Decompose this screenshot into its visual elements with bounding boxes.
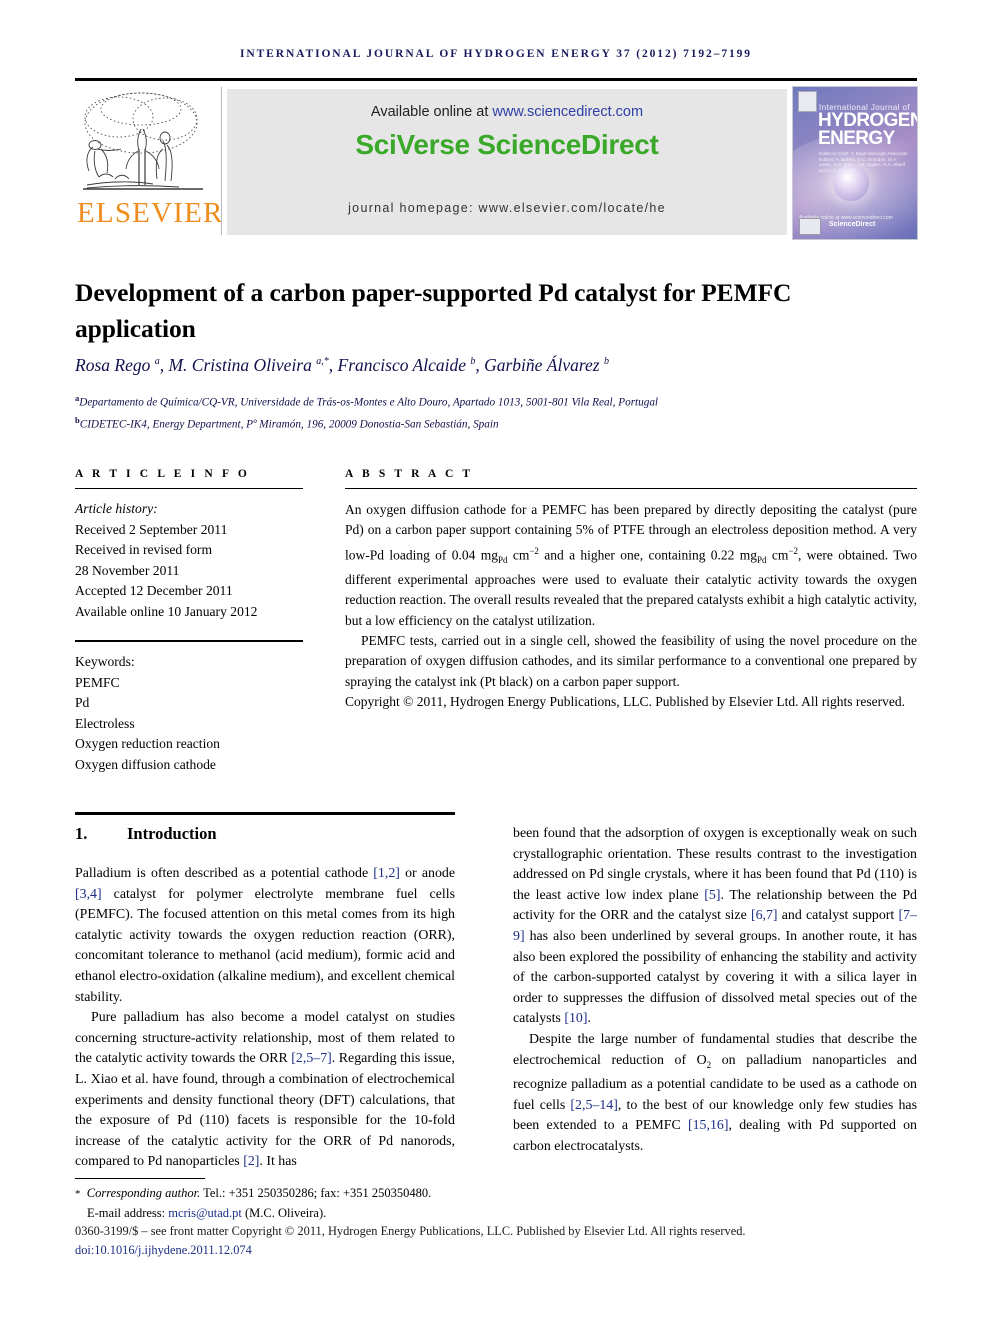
email-line: E-mail address: mcris@utad.pt (M.C. Oliv… xyxy=(75,1204,505,1223)
keyword-item: PEMFC xyxy=(75,674,120,690)
masthead-divider xyxy=(221,87,222,235)
keyword-item: Oxygen diffusion cathode xyxy=(75,756,216,772)
keyword-item: Electroless xyxy=(75,715,135,731)
section-title: Introduction xyxy=(127,824,217,843)
author-list: Rosa Rego a, M. Cristina Oliveira a,*, F… xyxy=(75,355,609,375)
page-title: Development of a carbon paper-supported … xyxy=(75,278,792,344)
abstract-divider xyxy=(345,488,917,489)
body-paragraph: Pure palladium has also become a model c… xyxy=(75,1010,455,1170)
footnote-divider xyxy=(75,1178,205,1179)
section-number: 1. xyxy=(75,824,88,843)
issn-copyright-line: 0360-3199/$ – see front matter Copyright… xyxy=(75,1224,746,1238)
history-item: Available online 10 January 2012 xyxy=(75,603,258,619)
cover-elsevier-icon xyxy=(798,91,817,112)
footnote-block: * Corresponding author. Tel.: +351 25035… xyxy=(75,1184,505,1222)
history-item: 28 November 2011 xyxy=(75,562,180,578)
keywords-block: Keywords: PEMFC Pd Electroless Oxygen re… xyxy=(75,652,303,775)
keywords-divider xyxy=(75,640,303,643)
abstract-paragraph: An oxygen diffusion cathode for a PEMFC … xyxy=(345,502,917,628)
body-paragraph: been found that the adsorption of oxygen… xyxy=(513,826,917,1027)
elsevier-publisher-logo: ELSEVIER xyxy=(75,85,224,237)
available-online-line: Available online at www.sciencedirect.co… xyxy=(227,104,787,120)
article-history-block: Article history: Received 2 September 20… xyxy=(75,499,303,622)
article-history-label: Article history: xyxy=(75,501,158,516)
abstract-copyright: Copyright © 2011, Hydrogen Energy Public… xyxy=(345,693,905,709)
article-info-section: A R T I C L E I N F O Article history: R… xyxy=(75,468,303,775)
cover-editors-text: Editor-in-Chief: T. Nejat Veziroglu Asso… xyxy=(819,151,908,173)
abstract-body: An oxygen diffusion cathode for a PEMFC … xyxy=(345,500,917,712)
cover-badge-icon xyxy=(799,218,821,235)
cover-sciencedirect-text: ScienceDirect xyxy=(829,221,876,228)
body-paragraph: Palladium is often described as a potent… xyxy=(75,866,456,1005)
abstract-paragraph: PEMFC tests, carried out in a single cel… xyxy=(345,632,917,689)
doi-line[interactable]: doi:10.1016/j.ijhydene.2011.12.074 xyxy=(75,1241,917,1260)
body-column-right: been found that the adsorption of oxygen… xyxy=(513,824,917,1157)
article-info-heading: A R T I C L E I N F O xyxy=(75,468,250,480)
affiliation-text: Departamento de Química/CQ-VR, Universid… xyxy=(79,396,659,409)
keyword-item: Oxygen reduction reaction xyxy=(75,736,220,752)
affiliations: aDepartamento de Química/CQ-VR, Universi… xyxy=(75,390,917,433)
running-head: International Journal of Hydrogen Energy… xyxy=(240,48,752,60)
affiliation-text: CIDETEC-IK4, Energy Department, Pº Miram… xyxy=(79,418,499,431)
available-online-text: Available online at xyxy=(370,104,493,120)
keywords-label: Keywords: xyxy=(75,654,135,670)
email-label: E-mail address: xyxy=(87,1205,166,1220)
sciencedirect-url-link[interactable]: www.sciencedirect.com xyxy=(492,104,643,120)
email-link[interactable]: mcris@utad.pt xyxy=(168,1206,242,1220)
affiliation-item: bCIDETEC-IK4, Energy Department, Pº Mira… xyxy=(75,412,917,434)
imprint-block: 0360-3199/$ – see front matter Copyright… xyxy=(75,1222,917,1260)
history-item: Received 2 September 2011 xyxy=(75,521,228,537)
affiliation-item: aDepartamento de Química/CQ-VR, Universi… xyxy=(75,390,917,412)
article-info-divider xyxy=(75,488,303,489)
abstract-heading: A B S T R A C T xyxy=(345,468,474,480)
keyword-item: Pd xyxy=(75,695,90,711)
elsevier-wordmark: ELSEVIER xyxy=(77,197,224,229)
header-divider xyxy=(75,78,917,81)
elsevier-tree-icon xyxy=(79,89,207,197)
sciencedirect-banner: Available online at www.sciencedirect.co… xyxy=(227,89,787,235)
section-heading: 1. Introduction xyxy=(75,824,455,844)
history-item: Received in revised form xyxy=(75,542,213,557)
corresponding-author-note: * Corresponding author. Tel.: +351 25035… xyxy=(75,1186,432,1200)
journal-cover-image: International Journal of HYDROGEN ENERGY … xyxy=(792,86,918,240)
journal-homepage-line[interactable]: journal homepage: www.elsevier.com/locat… xyxy=(227,201,787,215)
body-paragraph: Despite the large number of fundamental … xyxy=(513,1031,917,1154)
sciverse-sciencedirect-logo: SciVerse ScienceDirect xyxy=(355,129,659,160)
history-item: Accepted 12 December 2011 xyxy=(75,583,233,598)
section-divider xyxy=(75,812,455,815)
paper-page: International Journal of Hydrogen Energy… xyxy=(0,0,992,1323)
abstract-section: A B S T R A C T An oxygen diffusion cath… xyxy=(345,468,917,712)
masthead: ELSEVIER Available online at www.science… xyxy=(75,85,918,240)
cover-energy-text: ENERGY xyxy=(818,128,895,149)
cover-title-line2: HYDROGEN ENERGY xyxy=(818,111,917,149)
body-column-left: 1. Introduction Palladium is often descri… xyxy=(75,824,455,1173)
email-owner: (M.C. Oliveira). xyxy=(245,1205,327,1220)
